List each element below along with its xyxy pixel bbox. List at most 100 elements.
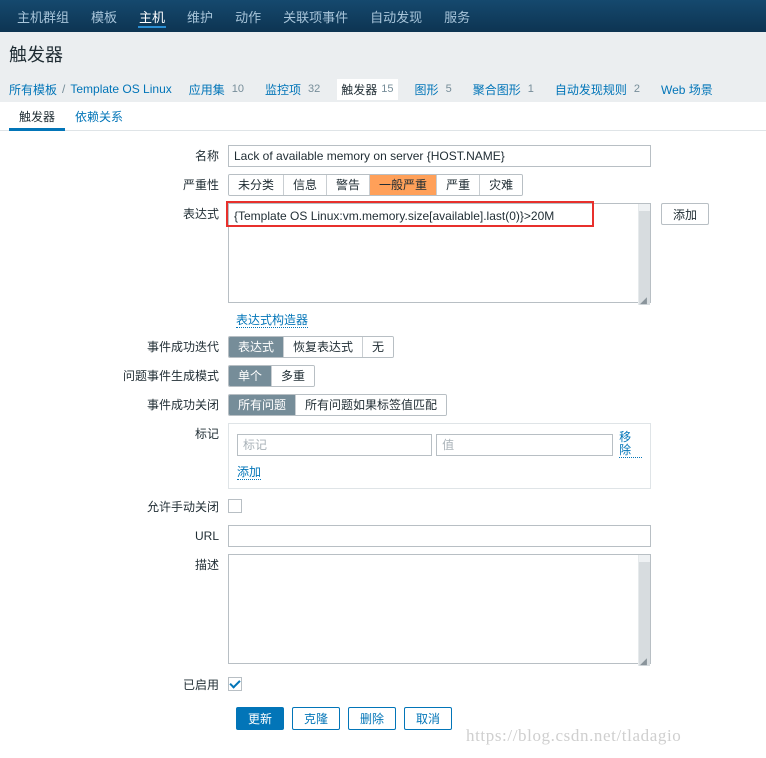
form-row-tags: 标记 移除 添加	[0, 423, 766, 489]
breadcrumb-item-label: 图形	[414, 82, 439, 97]
enabled-label: 已启用	[182, 678, 219, 692]
tag-remove-link[interactable]: 移除	[619, 431, 642, 458]
breadcrumb: 所有模板 / Template OS Linux 应用集 10 监控项 32 触…	[0, 76, 766, 102]
nav-item-label: 自动发现	[370, 9, 423, 25]
cancel-button[interactable]: 取消	[404, 707, 452, 730]
tag-add-row: 添加	[237, 465, 642, 480]
tab-trigger[interactable]: 触发器	[9, 102, 66, 131]
enabled-checkbox[interactable]	[228, 677, 242, 691]
severity-option-not-classified[interactable]: 未分类	[229, 175, 285, 195]
clone-button[interactable]: 克隆	[292, 707, 340, 730]
breadcrumb-item-label: 监控项	[265, 82, 302, 97]
tags-label: 标记	[194, 427, 219, 441]
nav-item-correlation-events[interactable]: 关联项事件	[272, 0, 359, 32]
form-row-expression: 表达式 ◢ 添加	[0, 201, 766, 306]
ok-event-closes-toggle-group: 所有问题 所有问题如果标签值匹配	[228, 394, 448, 416]
problem-event-option-single[interactable]: 单个	[229, 366, 273, 386]
description-box: ◢	[228, 554, 651, 667]
breadcrumb-item-web-scenarios[interactable]: Web 场景	[657, 79, 720, 100]
nav-item-discovery[interactable]: 自动发现	[359, 0, 433, 32]
nav-item-label: 模板	[91, 9, 118, 25]
breadcrumb-item-label: Web 场景	[660, 82, 713, 97]
severity-option-warning[interactable]: 警告	[327, 175, 371, 195]
expression-add-button[interactable]: 添加	[661, 203, 710, 225]
form-row-ok-event-generation: 事件成功迭代 表达式 恢复表达式 无	[0, 336, 766, 358]
delete-button[interactable]: 删除	[348, 707, 396, 730]
allow-manual-close-checkbox[interactable]	[228, 499, 242, 513]
breadcrumb-item-items[interactable]: 监控项 32	[261, 79, 324, 100]
tab-dependencies[interactable]: 依赖关系	[65, 102, 133, 130]
severity-option-high[interactable]: 严重	[437, 175, 481, 195]
description-textarea[interactable]	[228, 554, 651, 664]
ok-event-option-recovery-expression[interactable]: 恢复表达式	[284, 337, 364, 357]
form-row-severity: 严重性 未分类 信息 警告 一般严重 严重 灾难	[0, 174, 766, 196]
ok-event-option-expression[interactable]: 表达式	[229, 337, 285, 357]
severity-option-information[interactable]: 信息	[284, 175, 328, 195]
nav-item-maintenance[interactable]: 维护	[176, 0, 224, 32]
nav-item-label: 主机	[139, 9, 166, 25]
breadcrumb-separator: /	[62, 82, 66, 96]
ok-event-option-none[interactable]: 无	[363, 337, 394, 357]
tag-add-link[interactable]: 添加	[237, 465, 262, 480]
allow-manual-close-label: 允许手动关闭	[146, 500, 219, 514]
ok-event-generation-label: 事件成功迭代	[146, 340, 219, 354]
trigger-form: 名称 严重性 未分类 信息 警告 一般严重 严重 灾难 表达式 ◢	[0, 131, 766, 730]
breadcrumb-item-graphs[interactable]: 图形 5	[411, 79, 456, 100]
name-input[interactable]	[228, 145, 651, 167]
breadcrumb-item-label: 触发器	[341, 82, 378, 97]
severity-label: 严重性	[182, 178, 219, 192]
breadcrumb-item-label: 应用集	[188, 82, 225, 97]
description-label: 描述	[194, 558, 219, 572]
tag-name-input[interactable]	[237, 433, 433, 456]
nav-item-label: 服务	[444, 9, 471, 25]
breadcrumb-item-applications[interactable]: 应用集 10	[185, 79, 248, 100]
severity-option-disaster[interactable]: 灾难	[480, 175, 523, 195]
tag-value-input[interactable]	[436, 433, 614, 456]
watermark: https://blog.csdn.net/tladagio	[466, 726, 682, 745]
problem-event-mode-toggle-group: 单个 多重	[228, 365, 316, 387]
nav-item-label: 动作	[235, 9, 262, 25]
problem-event-option-multiple[interactable]: 多重	[272, 366, 315, 386]
nav-item-host-groups[interactable]: 主机群组	[6, 0, 80, 32]
breadcrumb-item-count: 1	[527, 83, 534, 95]
nav-item-actions[interactable]: 动作	[224, 0, 272, 32]
form-row-allow-manual-close: 允许手动关闭	[0, 496, 766, 518]
expression-textarea[interactable]	[228, 203, 651, 303]
expression-box: ◢	[226, 201, 651, 306]
breadcrumb-item-count: 32	[308, 83, 321, 95]
nav-item-services[interactable]: 服务	[433, 0, 481, 32]
form-row-name: 名称	[0, 145, 766, 167]
tab-label: 依赖关系	[75, 109, 124, 124]
tag-row: 移除	[237, 431, 642, 458]
form-row-enabled: 已启用	[0, 674, 766, 696]
url-input[interactable]	[228, 525, 651, 547]
nav-item-label: 关联项事件	[283, 9, 349, 25]
breadcrumb-item-count: 2	[633, 83, 640, 95]
nav-item-hosts[interactable]: 主机	[128, 0, 176, 32]
breadcrumb-all-templates-link[interactable]: 所有模板	[9, 81, 57, 98]
expression-label: 表达式	[182, 207, 219, 221]
form-row-url: URL	[0, 525, 766, 547]
expression-constructor-link[interactable]: 表达式构造器	[236, 313, 309, 328]
breadcrumb-item-label: 聚合图形	[472, 82, 521, 97]
breadcrumb-item-screens[interactable]: 聚合图形 1	[469, 79, 538, 100]
severity-option-average[interactable]: 一般严重	[370, 175, 438, 195]
ok-event-closes-option-all-problems[interactable]: 所有问题	[229, 395, 297, 415]
form-row-problem-event-mode: 问题事件生成模式 单个 多重	[0, 365, 766, 387]
tags-block: 移除 添加	[228, 423, 651, 489]
tab-label: 触发器	[19, 109, 56, 124]
breadcrumb-item-triggers[interactable]: 触发器 15	[337, 78, 398, 100]
page-header: 触发器	[0, 32, 766, 76]
sub-tab-bar: 触发器 依赖关系	[0, 102, 766, 131]
form-row-ok-event-closes: 事件成功关闭 所有问题 所有问题如果标签值匹配	[0, 394, 766, 416]
breadcrumb-item-discovery-rules[interactable]: 自动发现规则 2	[551, 79, 644, 100]
breadcrumb-item-count: 10	[231, 83, 245, 95]
update-button[interactable]: 更新	[236, 707, 284, 730]
nav-item-templates[interactable]: 模板	[80, 0, 128, 32]
breadcrumb-template-link[interactable]: Template OS Linux	[70, 82, 171, 96]
url-label: URL	[194, 529, 219, 543]
ok-event-closes-option-all-problems-tag-match[interactable]: 所有问题如果标签值匹配	[296, 395, 447, 415]
nav-item-label: 维护	[187, 9, 214, 25]
ok-event-closes-label: 事件成功关闭	[146, 398, 219, 412]
severity-toggle-group: 未分类 信息 警告 一般严重 严重 灾难	[228, 174, 524, 196]
